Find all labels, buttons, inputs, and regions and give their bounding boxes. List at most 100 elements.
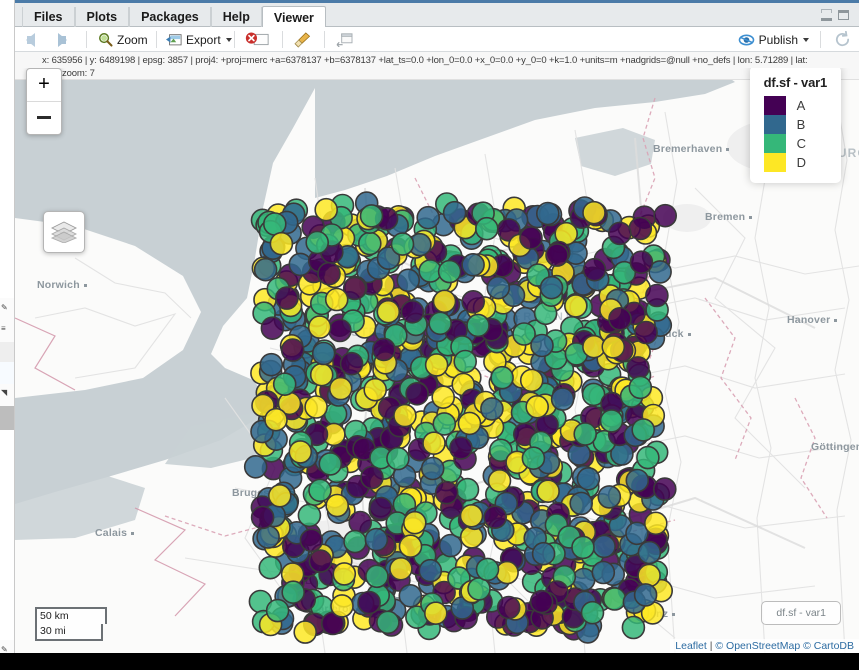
map-marker[interactable] [461, 290, 486, 314]
map-marker[interactable] [629, 250, 654, 274]
map-marker[interactable] [582, 200, 606, 225]
map-marker[interactable] [597, 485, 622, 509]
map-marker[interactable] [634, 320, 658, 345]
map-marker[interactable] [645, 283, 669, 308]
remove-plot-button[interactable] [244, 27, 270, 52]
map-marker[interactable] [529, 589, 554, 614]
map-marker[interactable] [571, 567, 596, 592]
map-marker[interactable] [434, 480, 459, 505]
map-marker[interactable] [371, 337, 396, 362]
clear-all-button[interactable] [294, 27, 311, 52]
map-marker[interactable] [402, 510, 427, 535]
map-marker[interactable] [621, 615, 646, 640]
map-marker[interactable] [250, 505, 275, 530]
map-marker[interactable] [628, 375, 653, 400]
map-marker[interactable] [308, 549, 333, 573]
map-marker[interactable] [453, 349, 478, 374]
map-marker[interactable] [386, 446, 410, 471]
map-marker[interactable] [431, 385, 456, 410]
map-marker[interactable] [569, 491, 594, 516]
map-marker[interactable] [643, 511, 668, 536]
map-marker[interactable] [280, 338, 305, 362]
map-marker[interactable] [260, 316, 285, 341]
tab-help[interactable]: Help [210, 7, 262, 27]
map-marker[interactable] [360, 465, 384, 490]
map-marker[interactable] [424, 353, 449, 377]
map-marker[interactable] [455, 477, 480, 502]
map-marker[interactable] [328, 318, 352, 343]
map-marker[interactable] [376, 610, 400, 635]
map-marker[interactable] [253, 257, 278, 282]
map-marker[interactable] [496, 595, 521, 620]
map-marker[interactable] [405, 381, 429, 406]
map-marker[interactable] [274, 286, 299, 310]
map-marker[interactable] [423, 601, 448, 626]
zoom-out-button[interactable] [27, 102, 61, 134]
zoom-button[interactable]: Zoom [98, 27, 148, 52]
map-marker[interactable] [398, 583, 423, 608]
map-marker[interactable] [309, 362, 334, 387]
attribution-leaflet-link[interactable]: Leaflet [675, 640, 707, 652]
map-marker[interactable] [442, 200, 467, 225]
map-marker[interactable] [607, 221, 632, 246]
map-marker[interactable] [364, 527, 389, 552]
sliver-row-2[interactable]: ≡ [0, 320, 14, 343]
refresh-button[interactable] [834, 27, 851, 52]
map-marker[interactable] [308, 478, 332, 503]
map-marker[interactable] [311, 341, 336, 366]
map-marker[interactable] [305, 230, 330, 255]
map-marker[interactable] [631, 418, 656, 442]
map-marker[interactable] [332, 562, 357, 586]
map-marker[interactable] [487, 468, 512, 493]
map-marker[interactable] [483, 505, 508, 530]
sliver-row-1[interactable]: ✎ [0, 298, 14, 321]
map-marker[interactable] [265, 598, 290, 623]
map-marker[interactable] [432, 289, 457, 314]
map-marker[interactable] [259, 352, 284, 377]
map-marker[interactable] [272, 372, 297, 397]
map-marker[interactable] [535, 201, 560, 226]
leaflet-map[interactable]: Norwich Bruges Calais Lille Charleroi Na… [15, 68, 859, 653]
map-marker[interactable] [625, 468, 650, 493]
map-marker[interactable] [536, 479, 560, 504]
map-marker[interactable] [592, 534, 616, 559]
map-marker[interactable] [475, 557, 500, 582]
map-marker[interactable] [545, 243, 569, 267]
map-marker[interactable] [264, 407, 288, 432]
map-marker[interactable] [299, 528, 324, 553]
map-marker[interactable] [400, 300, 425, 324]
map-marker[interactable] [576, 466, 601, 491]
zoom-in-button[interactable]: + [27, 69, 61, 102]
map-marker[interactable] [580, 600, 605, 625]
map-marker[interactable] [328, 376, 353, 401]
map-marker[interactable] [376, 299, 401, 324]
map-marker[interactable] [519, 226, 543, 250]
map-marker[interactable] [459, 503, 484, 528]
map-marker[interactable] [325, 493, 350, 518]
map-marker[interactable] [390, 232, 415, 256]
map-marker[interactable] [398, 534, 423, 559]
map-marker[interactable] [416, 205, 441, 230]
map-marker[interactable] [393, 403, 417, 428]
map-marker[interactable] [652, 477, 677, 501]
map-marker[interactable] [314, 197, 339, 222]
map-marker[interactable] [628, 216, 653, 241]
map-marker[interactable] [608, 307, 632, 331]
map-marker[interactable] [422, 431, 446, 456]
map-marker[interactable] [357, 590, 381, 615]
map-layers-control-button[interactable] [43, 211, 85, 253]
sliver-row-4[interactable] [0, 362, 14, 385]
map-marker[interactable] [486, 275, 511, 300]
map-marker[interactable] [474, 216, 499, 241]
map-marker[interactable] [571, 535, 595, 560]
map-marker[interactable] [307, 315, 332, 339]
map-marker[interactable] [461, 253, 485, 277]
export-button[interactable]: Export [166, 27, 232, 52]
map-marker[interactable] [317, 261, 341, 286]
map-marker[interactable] [480, 397, 504, 421]
map-marker[interactable] [293, 620, 318, 644]
map-marker[interactable] [636, 445, 660, 470]
map-marker[interactable] [396, 268, 421, 293]
show-in-new-window-button[interactable] [336, 27, 353, 52]
map-marker[interactable] [599, 409, 624, 433]
